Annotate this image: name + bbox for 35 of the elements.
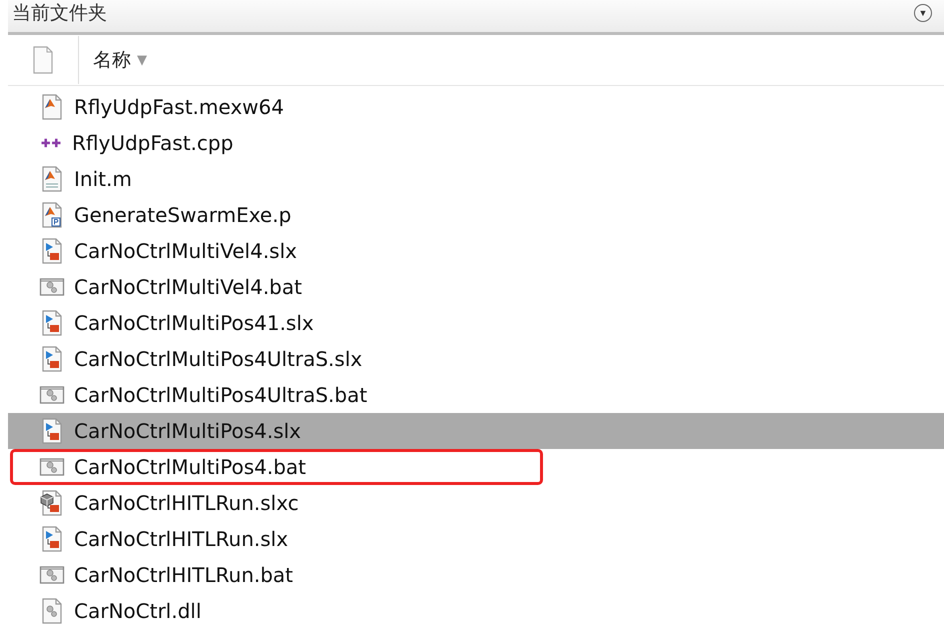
panel-menu-button[interactable]: ▼	[914, 4, 932, 22]
file-name: CarNoCtrlMultiPos4UltraS.slx	[74, 347, 362, 371]
file-name: Init.m	[74, 167, 132, 191]
file-row[interactable]: CarNoCtrlMultiVel4.slx	[8, 233, 944, 269]
panel-title: 当前文件夹	[12, 2, 107, 24]
file-row[interactable]: CarNoCtrlMultiPos4.slx	[8, 413, 944, 449]
file-name: CarNoCtrlMultiPos41.slx	[74, 311, 314, 335]
file-name: RflyUdpFast.cpp	[72, 131, 234, 155]
file-name: CarNoCtrlMultiPos4.slx	[74, 419, 302, 443]
file-row[interactable]: CarNoCtrlMultiPos4.bat	[8, 449, 944, 485]
name-column-header[interactable]: 名称 ▼	[93, 47, 147, 73]
file-row[interactable]: CarNoCtrl.dll	[8, 593, 944, 629]
file-name: CarNoCtrlMultiVel4.slx	[74, 239, 297, 263]
file-name: RflyUdpFast.mexw64	[74, 95, 284, 119]
file-name: CarNoCtrlHITLRun.slx	[74, 527, 288, 551]
file-row[interactable]: CarNoCtrlHITLRun.slxc	[8, 485, 944, 521]
file-row[interactable]: CarNoCtrlMultiPos4UltraS.bat	[8, 377, 944, 413]
file-row[interactable]: RflyUdpFast.cpp	[8, 125, 944, 161]
file-name: CarNoCtrlMultiPos4UltraS.bat	[74, 383, 368, 407]
file-row[interactable]: CarNoCtrlMultiPos4UltraS.slx	[8, 341, 944, 377]
file-name: CarNoCtrl.dll	[74, 599, 202, 623]
file-row[interactable]: RflyUdpFast.mexw64	[8, 89, 944, 125]
file-row[interactable]: Init.m	[8, 161, 944, 197]
file-row[interactable]: CarNoCtrlHITLRun.bat	[8, 557, 944, 593]
file-name: CarNoCtrlMultiPos4.bat	[74, 455, 306, 479]
plus-icon	[41, 138, 61, 148]
file-name: GenerateSwarmExe.p	[74, 203, 292, 227]
file-row[interactable]: GenerateSwarmExe.p	[8, 197, 944, 233]
file-name: CarNoCtrlHITLRun.slxc	[74, 491, 299, 515]
file-name: CarNoCtrlHITLRun.bat	[74, 563, 294, 587]
file-row[interactable]: CarNoCtrlHITLRun.slx	[8, 521, 944, 557]
file-row[interactable]: CarNoCtrlMultiPos41.slx	[8, 305, 944, 341]
file-row[interactable]: CarNoCtrlMultiVel4.bat	[8, 269, 944, 305]
sort-arrow-icon: ▼	[137, 52, 147, 68]
file-name: CarNoCtrlMultiVel4.bat	[74, 275, 302, 299]
